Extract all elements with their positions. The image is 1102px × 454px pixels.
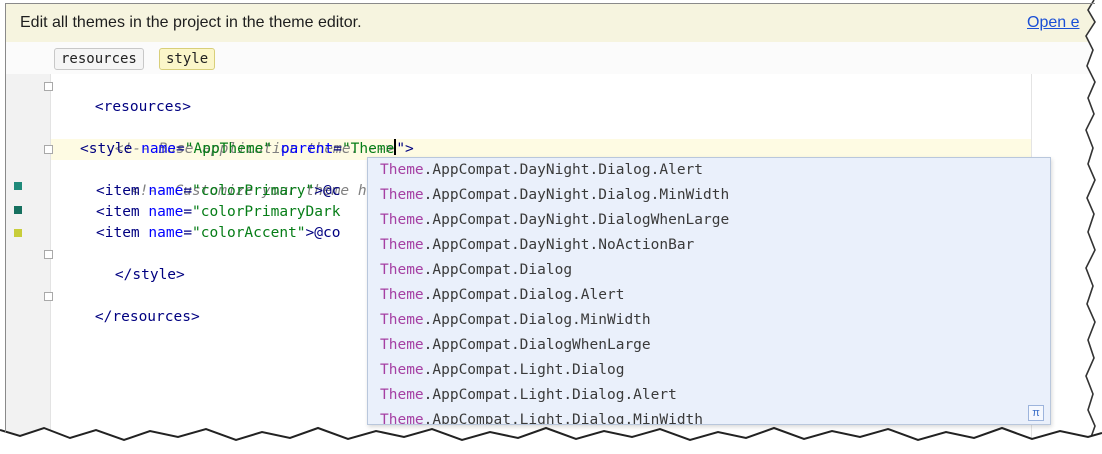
torn-edge-bottom <box>0 428 1102 454</box>
theme-editor-window: Edit all themes in the project in the th… <box>0 0 1102 454</box>
left-border <box>5 3 6 433</box>
top-border <box>5 3 1095 4</box>
torn-edge-frame <box>0 0 1102 454</box>
